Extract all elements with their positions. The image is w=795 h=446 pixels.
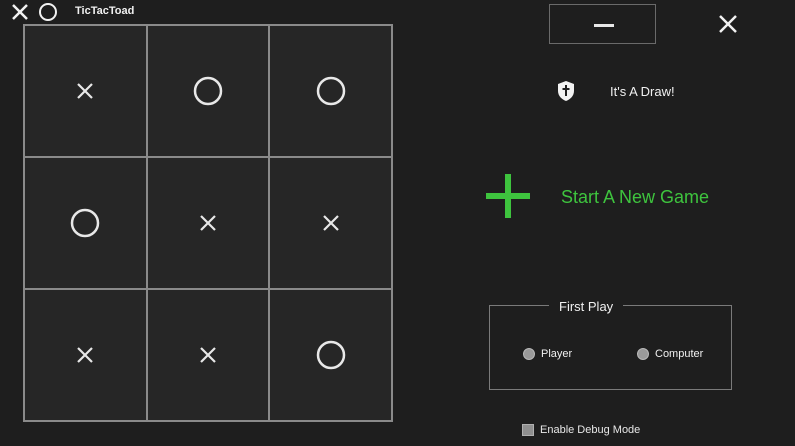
board-cell-3[interactable]	[269, 25, 392, 157]
radio-player-label: Player	[541, 348, 573, 360]
radio-computer-dot	[637, 348, 649, 360]
board-cell-9[interactable]	[269, 289, 392, 421]
board-cell-5[interactable]	[146, 157, 270, 289]
game-status-text: It's A Draw!	[610, 84, 675, 99]
x-mark-icon	[200, 347, 216, 363]
game-board	[23, 24, 393, 422]
x-mark-icon	[200, 215, 216, 231]
board-cell-4[interactable]	[24, 157, 147, 289]
board-cell-2[interactable]	[146, 25, 270, 157]
o-mark-icon	[71, 208, 100, 238]
radio-player[interactable]: Player	[523, 348, 572, 360]
radio-computer[interactable]: Computer	[637, 348, 703, 360]
minimize-icon	[594, 24, 614, 27]
app-title: TicTacToad	[75, 5, 135, 17]
first-play-group: First Play Player Computer	[489, 299, 732, 390]
board-cell-1[interactable]	[24, 25, 147, 157]
shield-icon	[558, 81, 574, 101]
start-new-game-button[interactable]: Start A New Game	[486, 172, 726, 220]
logo-x-icon	[12, 4, 28, 20]
close-button[interactable]	[714, 10, 742, 38]
minimize-button[interactable]	[549, 4, 656, 44]
first-play-legend: First Play	[549, 299, 624, 314]
plus-icon	[486, 174, 530, 218]
start-new-game-label: Start A New Game	[561, 187, 710, 207]
board-cell-6[interactable]	[269, 157, 392, 289]
board-cell-7[interactable]	[24, 289, 147, 421]
o-mark-icon	[193, 76, 223, 106]
o-mark-icon	[316, 76, 345, 106]
debug-checkbox-box	[522, 424, 534, 436]
board-cell-8[interactable]	[146, 289, 270, 421]
x-mark-icon	[77, 83, 94, 99]
radio-computer-label: Computer	[655, 348, 704, 360]
debug-mode-label: Enable Debug Mode	[540, 424, 641, 436]
x-mark-icon	[77, 347, 94, 363]
logo-o-icon	[39, 3, 57, 21]
radio-player-dot	[523, 348, 535, 360]
debug-mode-checkbox[interactable]: Enable Debug Mode	[522, 424, 640, 436]
o-mark-icon	[316, 340, 345, 370]
x-mark-icon	[322, 215, 339, 231]
